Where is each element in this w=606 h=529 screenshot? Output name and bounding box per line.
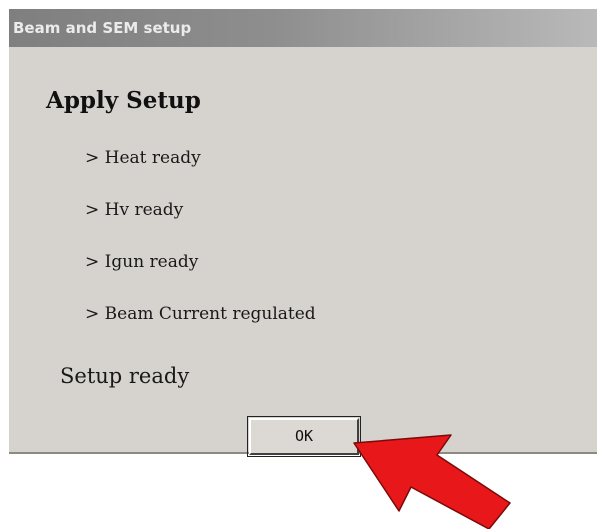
dialog-titlebar[interactable]: Beam and SEM setup — [9, 9, 597, 47]
ok-button[interactable]: OK — [249, 418, 359, 455]
setup-dialog: Beam and SEM setup Apply Setup > Heat re… — [9, 9, 597, 457]
dialog-title: Beam and SEM setup — [13, 19, 192, 37]
status-item-igun: > Igun ready — [85, 252, 199, 272]
status-list: > Heat ready > Hv ready > Igun ready > B… — [85, 146, 316, 354]
status-item-beam-current: > Beam Current regulated — [85, 304, 316, 324]
setup-status-text: Setup ready — [60, 364, 190, 388]
status-item-heat: > Heat ready — [85, 148, 201, 168]
status-item-hv: > Hv ready — [85, 200, 184, 220]
screenshot-canvas: Beam and SEM setup Apply Setup > Heat re… — [0, 0, 606, 529]
page-title: Apply Setup — [46, 87, 201, 114]
